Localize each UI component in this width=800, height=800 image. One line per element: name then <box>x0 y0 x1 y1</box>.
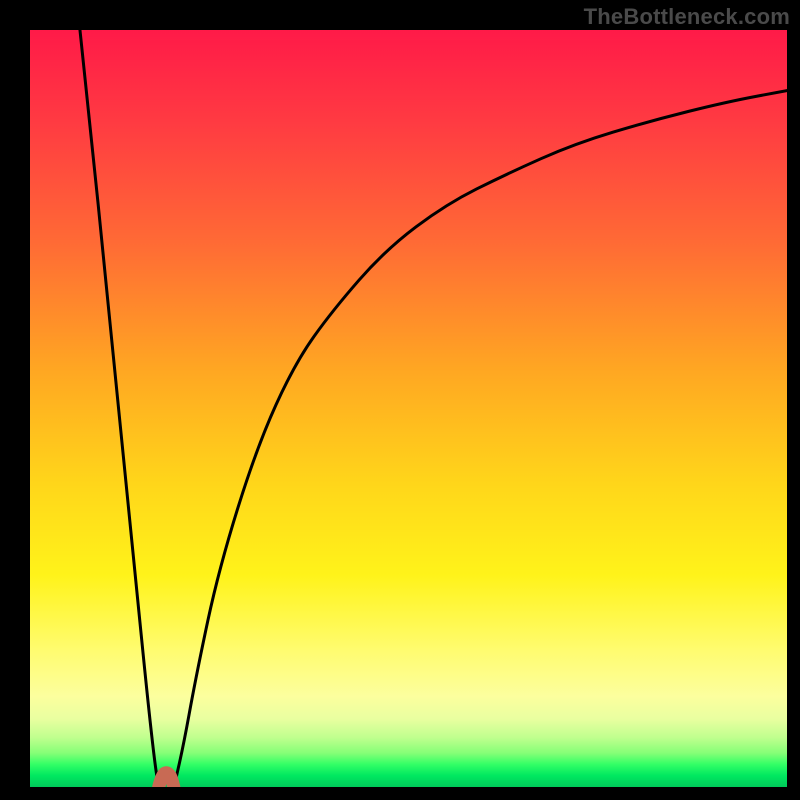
bottleneck-curve <box>30 30 787 787</box>
curve-left-branch <box>80 30 159 787</box>
chart-frame: TheBottleneck.com <box>0 0 800 800</box>
plot-area <box>30 30 787 787</box>
notch-marker <box>159 773 174 787</box>
attribution-text: TheBottleneck.com <box>584 4 790 30</box>
curve-right-branch <box>174 91 787 787</box>
